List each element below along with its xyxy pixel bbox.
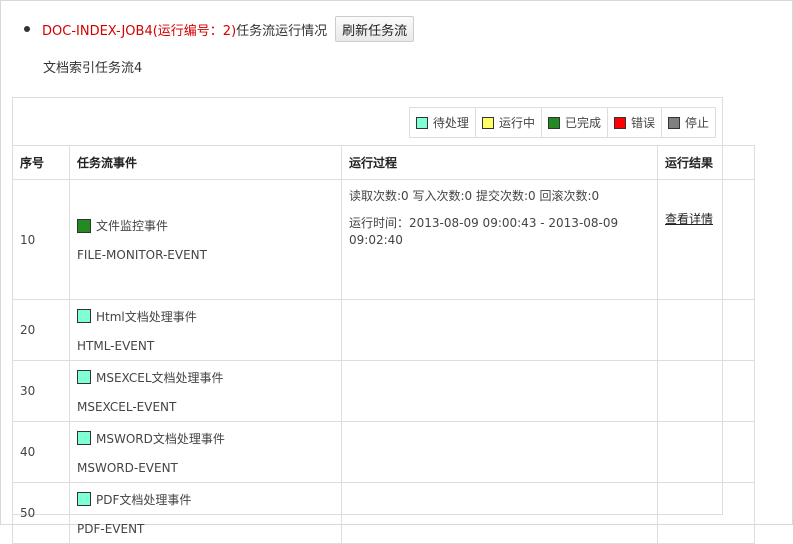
stopped-swatch-icon [667,116,680,129]
result-cell [657,299,755,361]
result-cell [657,360,755,422]
pending-swatch-icon [415,116,428,129]
seq-cell: 20 [12,299,70,361]
result-cell: 查看详情 [657,179,755,300]
table-row: 10 文件监控事件 FILE-MONITOR-EVENT 读取次数:0 写入次数… [12,179,755,300]
event-code: PDF-EVENT [77,521,145,536]
seq-cell: 50 [12,482,70,544]
workflow-name: 文档索引任务流4 [43,61,143,76]
error-swatch-icon [613,116,626,129]
legend-item-error: 错误 [606,108,661,137]
legend-item-pending: 待处理 [410,108,475,137]
result-cell [657,482,755,544]
event-code: MSEXCEL-EVENT [77,399,177,414]
process-cell [341,482,658,544]
event-cell: MSWORD文档处理事件 MSWORD-EVENT [69,421,342,483]
workflow-events-table: 序号 任务流事件 运行过程 运行结果 10 文件监控事件 FILE-MONITO… [12,145,755,544]
bullet-icon [24,26,30,32]
status-swatch-icon [77,431,91,445]
status-swatch-icon [77,309,91,323]
seq-cell: 40 [12,421,70,483]
event-cell: PDF文档处理事件 PDF-EVENT [69,482,342,544]
process-counts: 读取次数:0 写入次数:0 提交次数:0 回滚次数:0 [349,189,600,203]
legend-label: 已完成 [564,116,601,130]
column-header-seq: 序号 [12,145,70,180]
legend-item-stopped: 停止 [660,108,715,137]
column-header-process: 运行过程 [341,145,658,180]
process-cell: 读取次数:0 写入次数:0 提交次数:0 回滚次数:0 运行时间：2013-08… [341,179,658,300]
column-header-event: 任务流事件 [69,145,342,180]
seq-cell: 10 [12,179,70,300]
event-cell: 文件监控事件 FILE-MONITOR-EVENT [69,179,342,300]
view-details-link[interactable]: 查看详情 [665,212,713,226]
status-legend: 待处理 运行中 已完成 错误 停止 [408,107,716,138]
job-header: DOC-INDEX-JOB4(运行编号：2) 任务流运行情况 刷新任务流 [24,16,415,42]
running-swatch-icon [481,116,494,129]
event-name: PDF文档处理事件 [96,492,192,507]
table-row: 40 MSWORD文档处理事件 MSWORD-EVENT [12,421,755,483]
legend-label: 错误 [630,116,655,130]
event-cell: Html文档处理事件 HTML-EVENT [69,299,342,361]
refresh-workflow-button[interactable]: 刷新任务流 [335,16,415,42]
result-cell [657,421,755,483]
workflow-panel: 待处理 运行中 已完成 错误 停止 序号 任务流事件 运行过程 运行结果 10 … [12,97,755,544]
event-cell: MSEXCEL文档处理事件 MSEXCEL-EVENT [69,360,342,422]
table-row: 50 PDF文档处理事件 PDF-EVENT [12,482,755,544]
process-time: 运行时间：2013-08-09 09:00:43 - 2013-08-09 09… [349,216,619,247]
event-name: Html文档处理事件 [96,309,197,324]
status-swatch-icon [77,492,91,506]
event-name: MSEXCEL文档处理事件 [96,370,224,385]
process-cell [341,299,658,361]
process-cell [341,360,658,422]
event-code: MSWORD-EVENT [77,460,178,475]
event-code: FILE-MONITOR-EVENT [77,248,207,262]
job-title-suffix: 任务流运行情况 [236,23,328,39]
seq-cell: 30 [12,360,70,422]
table-row: 30 MSEXCEL文档处理事件 MSEXCEL-EVENT [12,360,755,422]
completed-swatch-icon [547,116,560,129]
process-cell [341,421,658,483]
legend-label: 停止 [684,116,709,130]
job-id: DOC-INDEX-JOB4(运行编号：2) [42,23,237,39]
status-swatch-icon [77,218,91,233]
legend-label: 待处理 [432,116,469,130]
event-code: HTML-EVENT [77,338,155,353]
event-name: MSWORD文档处理事件 [96,431,225,446]
status-swatch-icon [77,370,91,384]
legend-item-running: 运行中 [474,108,541,137]
table-row: 20 Html文档处理事件 HTML-EVENT [12,299,755,361]
column-header-result: 运行结果 [657,145,755,180]
event-name: 文件监控事件 [96,219,169,233]
legend-label: 运行中 [498,116,535,130]
legend-item-completed: 已完成 [540,108,607,137]
